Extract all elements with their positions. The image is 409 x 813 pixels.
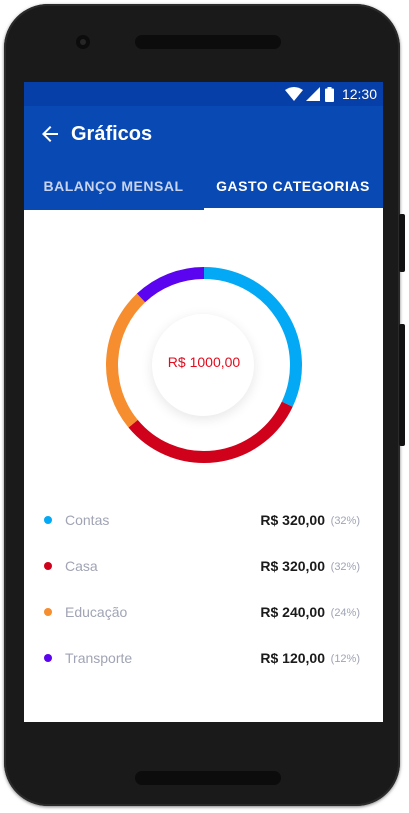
legend-amount: R$ 120,00 xyxy=(260,650,325,666)
tab-balanco-mensal[interactable]: BALANÇO MENSAL xyxy=(24,176,203,210)
legend-item-transporte: Transporte R$ 120,00 (12%) xyxy=(24,648,383,668)
legend-item-contas: Contas R$ 320,00 (32%) xyxy=(24,510,383,530)
legend-label: Educação xyxy=(65,604,128,620)
screen: 12:30 Gráficos BALANÇO MENSAL GASTO CATE… xyxy=(24,82,383,722)
page-title: Gráficos xyxy=(71,123,153,145)
legend-item-educacao: Educação R$ 240,00 (24%) xyxy=(24,602,383,622)
active-tab-indicator xyxy=(204,208,383,210)
legend-dot xyxy=(44,608,52,616)
legend-label: Transporte xyxy=(65,650,133,666)
legend-label: Contas xyxy=(65,512,110,528)
legend-amount: R$ 320,00 xyxy=(260,558,325,574)
legend-item-casa: Casa R$ 320,00 (32%) xyxy=(24,556,383,576)
legend-label: Casa xyxy=(65,558,98,574)
power-button xyxy=(399,214,405,272)
legend-percent: (24%) xyxy=(330,607,360,619)
legend-percent: (32%) xyxy=(330,515,360,527)
battery-icon xyxy=(324,86,334,102)
status-bar: 12:30 xyxy=(24,82,383,106)
volume-button xyxy=(399,324,405,446)
donut-slice-transporte xyxy=(136,267,205,303)
bottom-speaker xyxy=(135,771,281,785)
app-bar: Gráficos BALANÇO MENSAL GASTO CATEGORIAS xyxy=(24,106,383,210)
front-camera xyxy=(76,35,90,49)
legend-dot xyxy=(44,562,52,570)
legend-dot xyxy=(44,516,52,524)
legend-amount: R$ 240,00 xyxy=(260,604,325,620)
donut-total-label: R$ 1000,00 xyxy=(167,354,241,370)
signal-icon xyxy=(305,87,320,101)
legend-percent: (12%) xyxy=(330,653,360,665)
top-speaker xyxy=(135,35,281,49)
status-icons: 12:30 xyxy=(284,82,377,106)
legend-dot xyxy=(44,654,52,662)
legend-percent: (32%) xyxy=(330,561,360,573)
tab-gasto-categorias[interactable]: GASTO CATEGORIAS xyxy=(203,176,383,210)
status-time: 12:30 xyxy=(341,86,377,102)
arrow-left-icon[interactable] xyxy=(38,122,62,146)
wifi-icon xyxy=(284,87,303,101)
legend-amount: R$ 320,00 xyxy=(260,512,325,528)
